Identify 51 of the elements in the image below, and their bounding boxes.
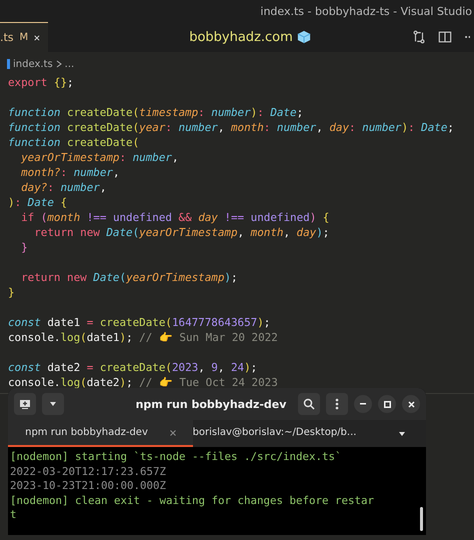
code-line: } — [8, 285, 16, 300]
minimize-icon — [360, 403, 366, 405]
code-line: if (month !== undefined && day !== undefined) { — [20, 210, 330, 225]
caret-icon — [49, 401, 57, 407]
code-line: console.log(date1); // 👉 Sun Mar 20 2022 — [8, 330, 279, 345]
close-button[interactable] — [402, 395, 420, 413]
search-icon — [303, 398, 315, 410]
file-icon — [7, 59, 10, 69]
new-tab-button[interactable] — [14, 393, 36, 415]
terminal-line: t — [10, 508, 18, 522]
code-line: ): Date { — [8, 195, 68, 210]
breadcrumb-more[interactable]: ... — [64, 58, 74, 70]
site-title: bobbyhadz.com — [189, 30, 293, 44]
search-button[interactable] — [298, 393, 320, 415]
scrollbar[interactable] — [420, 507, 423, 531]
compare-changes-icon[interactable] — [412, 30, 426, 44]
code-line: return new Date(yearOrTimestamp); — [20, 270, 239, 285]
code-line: month?: number, — [20, 165, 120, 180]
maximize-button[interactable] — [378, 395, 396, 413]
code-line: const date1 = createDate(1647778643657); — [8, 315, 272, 330]
new-tab-icon — [19, 398, 31, 410]
terminal-line: [nodemon] clean exit - waiting for changes before restar — [10, 494, 376, 508]
dropdown-button[interactable] — [42, 393, 64, 415]
code-line: } — [20, 240, 29, 255]
terminal-line: 2023-10-23T21:00:00.000Z — [10, 479, 168, 494]
maximize-icon — [384, 400, 390, 408]
code-line: day?: number, — [20, 180, 108, 195]
terminal-line: [nodemon] starting `ts-node --files ./src/index.ts` — [10, 450, 343, 464]
code-line: const date2 = createDate(2023, 9, 24); — [8, 360, 258, 375]
menu-icon — [335, 398, 339, 410]
modified-indicator: M — [20, 32, 28, 43]
code-line: yearOrTimestamp: number, — [20, 150, 180, 165]
code-line: console.log(date2); // 👉 Tue Oct 24 2023 — [8, 375, 279, 390]
terminal-tab[interactable]: npm run bobbyhadz-dev — [8, 420, 193, 447]
breadcrumb-file[interactable]: index.ts — [13, 58, 53, 70]
editor-tab[interactable]: .ts M — [0, 22, 48, 52]
close-icon — [408, 400, 414, 408]
code-line: function createDate(year: number, month: number, day: number): Date; — [8, 120, 455, 135]
terminal-line: 2022-03-20T12:17:23.657Z — [10, 464, 168, 479]
code-line: return new Date(yearOrTimestamp, month, day); — [33, 225, 330, 240]
window-title: index.ts - bobbyhadz-ts - Visual Studio — [260, 4, 472, 18]
code-line: function createDate(timestamp: number): Date; — [8, 105, 304, 120]
terminal-title: npm run bobbyhadz-dev — [134, 398, 288, 410]
code-line: export {}; — [8, 75, 75, 90]
caret-icon[interactable] — [398, 430, 406, 436]
chevron-icon — [56, 60, 62, 68]
code-line: function createDate( — [8, 135, 140, 150]
menu-button[interactable] — [326, 393, 348, 415]
minimize-button[interactable] — [354, 395, 372, 413]
cube-icon — [296, 30, 311, 44]
split-editor-icon[interactable] — [438, 30, 452, 44]
